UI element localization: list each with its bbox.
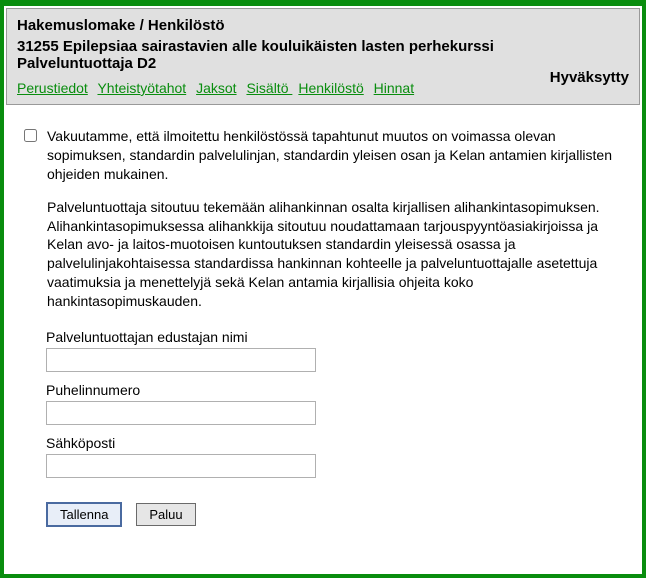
header-block: Hakemuslomake / Henkilöstö 31255 Epileps… (6, 8, 640, 105)
field-phone: Puhelinnumero (46, 382, 626, 425)
tab-yhteistyotahot[interactable]: Yhteistyötahot (97, 80, 186, 96)
form-fields: Palveluntuottajan edustajan nimi Puhelin… (46, 329, 626, 478)
page-title: Hakemuslomake / Henkilöstö (17, 17, 629, 34)
rep-name-label: Palveluntuottajan edustajan nimi (46, 329, 626, 345)
page-subtitle: 31255 Epilepsiaa sairastavien alle koulu… (17, 38, 629, 72)
phone-label: Puhelinnumero (46, 382, 626, 398)
tab-henkilosto[interactable]: Henkilöstö (298, 80, 363, 96)
declaration-checkbox[interactable] (24, 129, 37, 142)
rep-name-input[interactable] (46, 348, 316, 372)
tab-sisalto[interactable]: Sisältö (246, 80, 292, 96)
tab-hinnat[interactable]: Hinnat (374, 80, 414, 96)
field-rep-name: Palveluntuottajan edustajan nimi (46, 329, 626, 372)
declaration-paragraph-1: Vakuutamme, että ilmoitettu henkilöstöss… (47, 127, 626, 184)
phone-input[interactable] (46, 401, 316, 425)
field-email: Sähköposti (46, 435, 626, 478)
tab-perustiedot[interactable]: Perustiedot (17, 80, 88, 96)
email-label: Sähköposti (46, 435, 626, 451)
declaration-text: Vakuutamme, että ilmoitettu henkilöstöss… (47, 127, 626, 311)
app-frame: Hakemuslomake / Henkilöstö 31255 Epileps… (0, 0, 646, 578)
status-badge: Hyväksytty (550, 69, 629, 86)
email-input[interactable] (46, 454, 316, 478)
declaration-paragraph-2: Palveluntuottaja sitoutuu tekemään aliha… (47, 198, 626, 311)
save-button[interactable]: Tallenna (46, 502, 122, 527)
nav-tabs: Perustiedot Yhteistyötahot Jaksot Sisält… (17, 80, 629, 96)
back-button[interactable]: Paluu (136, 503, 195, 526)
tab-jaksot[interactable]: Jaksot (196, 80, 236, 96)
button-row: Tallenna Paluu (46, 502, 626, 527)
declaration-row: Vakuutamme, että ilmoitettu henkilöstöss… (20, 127, 626, 311)
content-block: Vakuutamme, että ilmoitettu henkilöstöss… (4, 107, 642, 543)
